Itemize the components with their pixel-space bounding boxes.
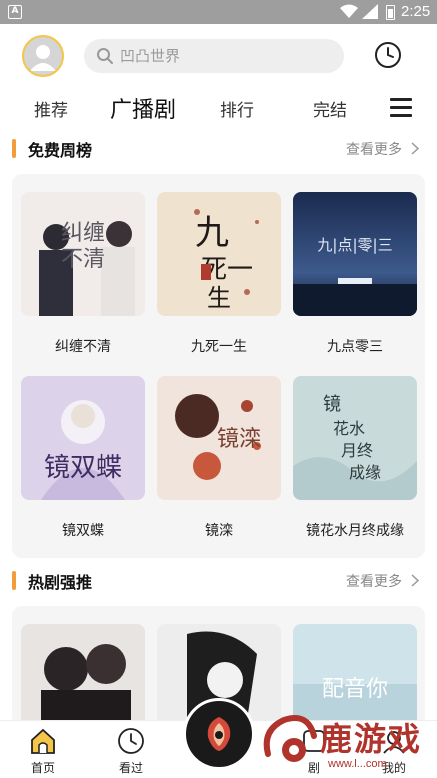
section-accent-bar	[12, 139, 16, 158]
search-icon	[97, 48, 113, 64]
nav-label: 看过	[118, 761, 143, 775]
watermark-text: 鹿游戏	[320, 720, 423, 758]
cover-image[interactable]: 九|点|零|三	[293, 192, 417, 316]
drama-title[interactable]: 九点零三	[293, 336, 417, 356]
svg-text:镜: 镜	[323, 394, 341, 415]
nav-label: 首页	[30, 761, 55, 775]
cover-image[interactable]: 镜滦	[157, 376, 281, 500]
drama-title[interactable]: 纠缠不清	[21, 336, 145, 356]
history-clock-icon[interactable]	[373, 40, 403, 70]
cover-image[interactable]: 镜双蝶	[21, 376, 145, 500]
notification-icon: A	[8, 5, 22, 19]
section-title: 免费周榜	[28, 141, 93, 160]
svg-text:镜滦: 镜滦	[217, 427, 261, 452]
search-bar[interactable]	[84, 39, 344, 73]
menu-icon[interactable]	[390, 98, 412, 118]
chevron-right-icon[interactable]	[411, 142, 419, 155]
nav-home[interactable]: 首页	[13, 721, 73, 778]
watermark-url: www.l...com	[328, 758, 387, 770]
watermark-logo: 鹿游戏 www.l...com	[258, 706, 437, 778]
top-header	[0, 24, 437, 88]
svg-text:不清: 不清	[61, 247, 105, 272]
section-title: 热剧强推	[28, 573, 93, 592]
signal-icon	[362, 4, 378, 19]
chevron-right-icon[interactable]	[411, 574, 419, 587]
tab-radio-drama[interactable]: 广播剧	[110, 92, 176, 124]
svg-text:镜双蝶: 镜双蝶	[44, 453, 122, 483]
nav-history[interactable]: 看过	[101, 721, 161, 778]
center-logo-button[interactable]	[183, 698, 255, 770]
svg-text:花水: 花水	[333, 419, 365, 438]
avatar[interactable]	[22, 35, 64, 77]
svg-text:成缘: 成缘	[349, 463, 381, 482]
wifi-icon	[340, 4, 358, 18]
clock-icon	[118, 728, 144, 754]
center-logo-icon	[207, 717, 231, 751]
tab-ranking[interactable]: 排行	[220, 96, 254, 121]
section-header-weekly: 免费周榜 查看更多	[0, 135, 437, 165]
drama-title[interactable]: 镜双蝶	[21, 520, 145, 540]
svg-text:月终: 月终	[341, 441, 373, 460]
battery-icon	[386, 5, 395, 20]
svg-text:九: 九	[195, 213, 229, 253]
svg-text:配音你: 配音你	[322, 677, 388, 702]
tab-recommend[interactable]: 推荐	[34, 96, 68, 121]
svg-text:九|点|零|三: 九|点|零|三	[317, 236, 392, 254]
search-input[interactable]	[120, 39, 330, 73]
cover-image[interactable]: 纠缠 不清	[21, 192, 145, 316]
status-bar: A 2:25	[0, 0, 437, 24]
drama-title[interactable]: 镜滦	[157, 520, 281, 540]
section-accent-bar	[12, 571, 16, 590]
svg-text:生: 生	[207, 284, 231, 312]
cover-image[interactable]: 镜 花水 月终 成缘	[293, 376, 417, 500]
section-header-hot: 热剧强推 查看更多	[0, 567, 437, 597]
cover-image[interactable]: 九 死一 生	[157, 192, 281, 316]
status-time: 2:25	[401, 3, 431, 20]
tab-completed[interactable]: 完结	[313, 96, 347, 121]
category-tabs: 推荐 广播剧 排行 完结	[0, 88, 437, 132]
drama-title[interactable]: 九死一生	[157, 336, 281, 356]
cover-image[interactable]	[21, 624, 145, 720]
drama-title[interactable]: 镜花水月终成缘	[293, 520, 417, 540]
home-icon	[31, 728, 55, 754]
see-more-link[interactable]: 查看更多	[346, 571, 402, 591]
see-more-link[interactable]: 查看更多	[346, 139, 402, 159]
svg-text:纠缠: 纠缠	[61, 221, 105, 246]
